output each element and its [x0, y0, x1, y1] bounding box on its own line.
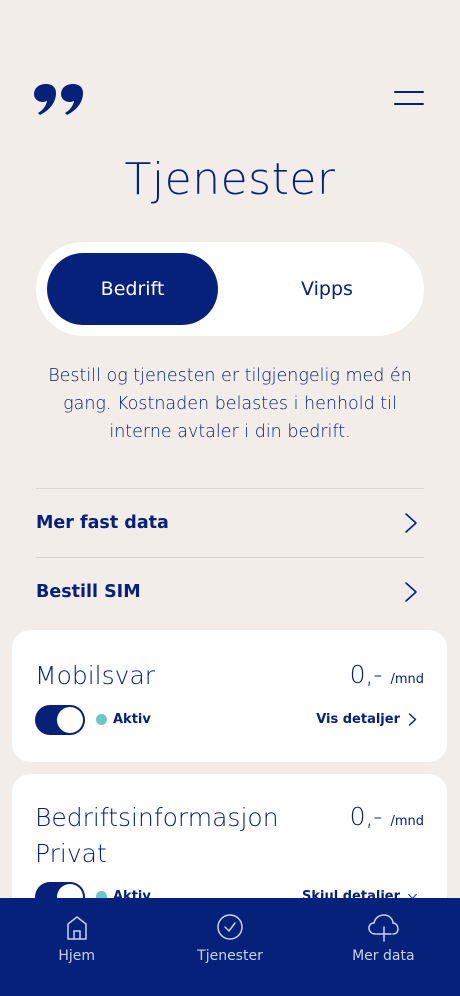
price-amount: 0,- [349, 802, 383, 831]
details-label: Vis detaljer [316, 712, 400, 727]
quote-logo-icon [34, 84, 83, 115]
page-title: Tjenester [124, 154, 336, 205]
menu-line [394, 91, 424, 93]
link-label: Bestill SIM [36, 581, 141, 602]
toggle-knob [57, 707, 83, 733]
chevron-right-icon [405, 512, 417, 533]
link-mer-fast-data[interactable]: Mer fast data [36, 488, 424, 556]
nav-item-hjem[interactable]: Hjem [0, 898, 153, 996]
segment-bedrift[interactable]: Bedrift [47, 253, 218, 325]
chevron-right-icon [408, 713, 417, 726]
cloud-plus-icon [368, 914, 400, 942]
nav-label: Tjenester [197, 948, 263, 964]
service-toggle[interactable] [35, 705, 85, 735]
price-amount: 0,- [349, 660, 383, 689]
service-title: Bedriftsinformasjon Privat [35, 803, 279, 868]
home-icon [66, 916, 87, 940]
status-dot [96, 714, 107, 725]
link-bestill-sim[interactable]: Bestill SIM [36, 557, 424, 625]
chevron-right-icon [405, 581, 417, 602]
nav-label: Mer data [352, 948, 415, 964]
nav-item-tjenester[interactable]: Tjenester [153, 898, 306, 996]
menu-line [394, 103, 424, 105]
account-type-switch: Bedrift Vipps [36, 242, 424, 336]
price-unit: /mnd [390, 672, 424, 687]
bottom-navigation: Hjem Tjenester Mer data [0, 898, 460, 996]
status-badge: Aktiv [96, 712, 151, 727]
segment-vipps[interactable]: Vipps [242, 253, 412, 325]
service-title: Mobilsvar [35, 661, 156, 690]
show-details-link[interactable]: Vis detaljer [316, 712, 417, 727]
service-price: 0,- /mnd [350, 802, 424, 831]
nav-label: Hjem [58, 948, 95, 964]
link-label: Mer fast data [36, 512, 169, 533]
check-circle-icon [217, 914, 243, 940]
service-price: 0,- /mnd [350, 660, 424, 689]
nav-item-mer-data[interactable]: Mer data [307, 898, 460, 996]
service-card-mobilsvar: Mobilsvar 0,- /mnd Aktiv Vis detaljer [12, 630, 447, 762]
hamburger-menu-icon[interactable] [394, 88, 426, 110]
description-text: Bestill og tjenesten er tilgjengelig med… [48, 366, 412, 442]
price-unit: /mnd [390, 814, 424, 829]
status-label: Aktiv [113, 712, 151, 727]
